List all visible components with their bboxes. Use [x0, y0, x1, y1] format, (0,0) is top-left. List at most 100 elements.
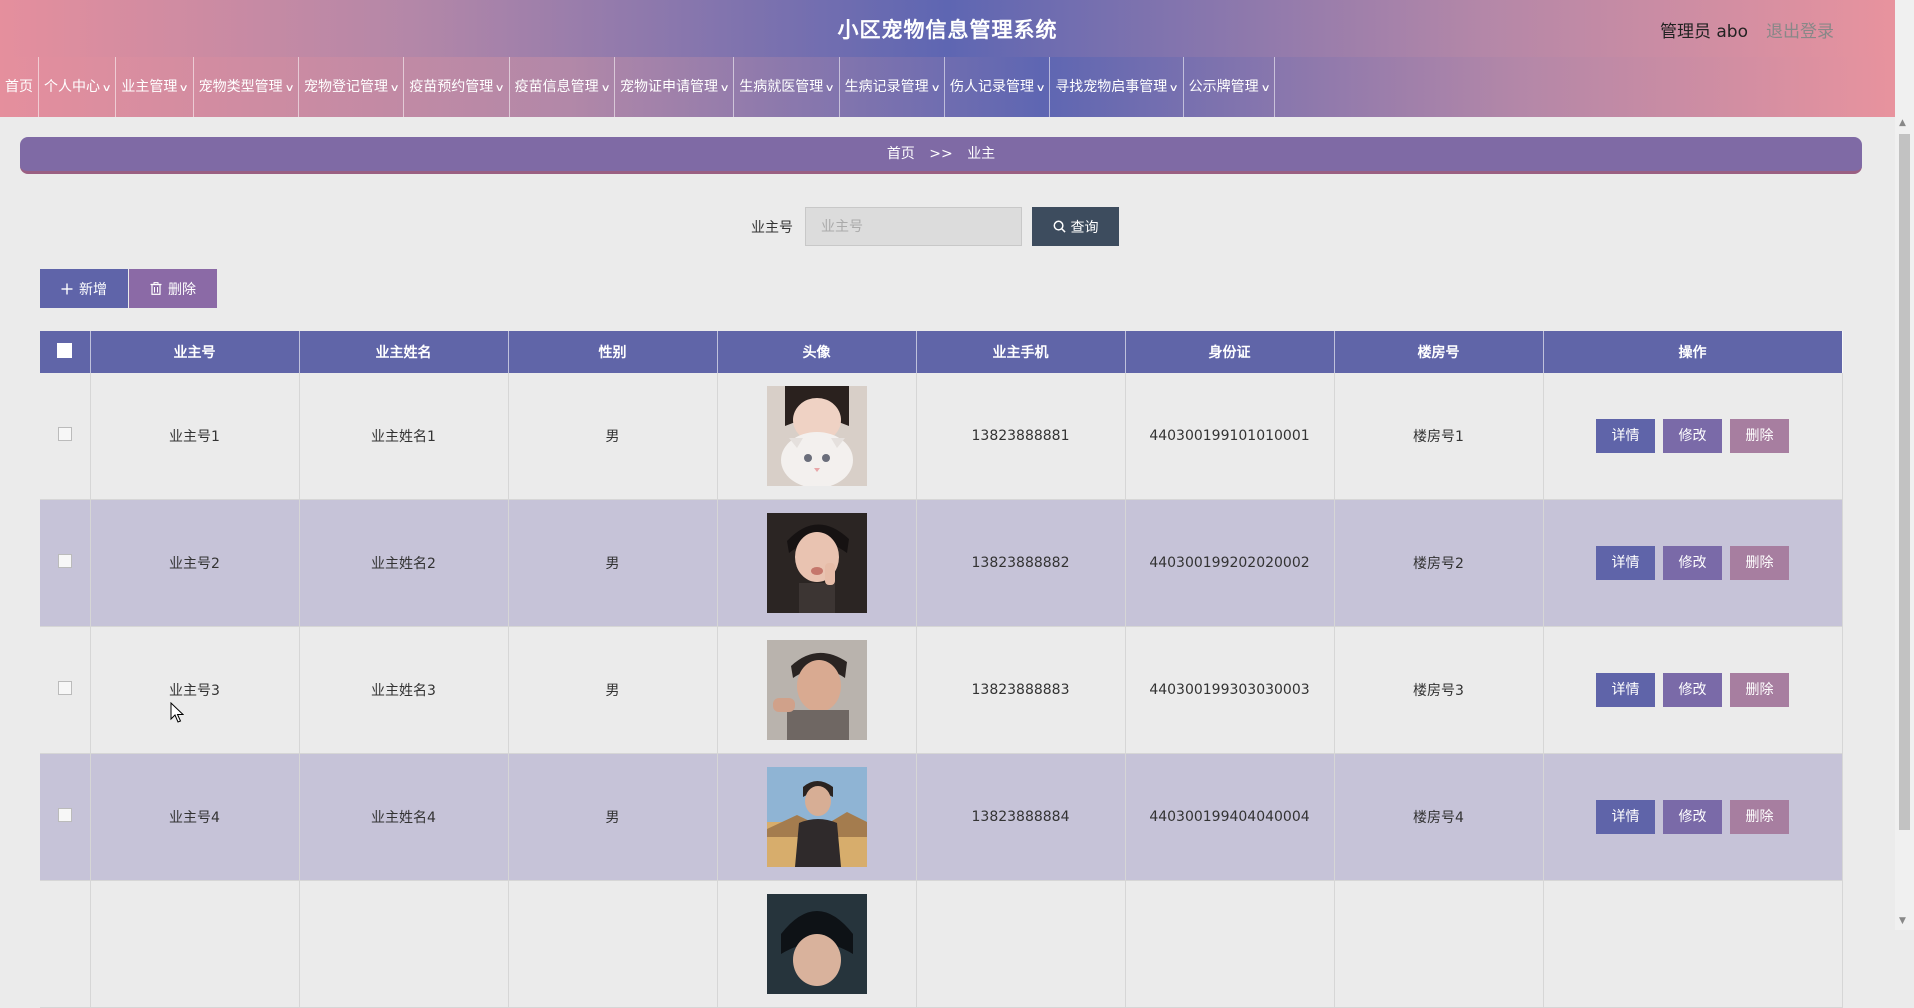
nav-item-label: 生病记录管理 — [844, 79, 929, 95]
delete-button[interactable]: 删除 — [1730, 419, 1789, 453]
nav-item-label: 公示牌管理 — [1188, 79, 1259, 95]
nav-item-label: 业主管理 — [121, 79, 178, 95]
owner-building: 楼房号3 — [1334, 626, 1544, 754]
owner-phone: 13823888881 — [916, 373, 1126, 500]
batch-delete-label: 删除 — [168, 281, 196, 298]
scroll-down-arrow-icon[interactable]: ▼ — [1899, 916, 1906, 926]
col-gender: 性别 — [508, 331, 718, 373]
owner-gender — [508, 880, 718, 1008]
search-button[interactable]: 查询 — [1032, 207, 1119, 246]
row-select-cell — [40, 626, 91, 754]
owner-gender: 男 — [508, 753, 718, 881]
scroll-up-arrow-icon[interactable]: ▲ — [1899, 118, 1906, 128]
owner-avatar-cell — [717, 626, 917, 754]
nav-item-5[interactable]: 疫苗预约管理 ∨ — [404, 57, 510, 117]
logout-link[interactable]: 退出登录 — [1766, 17, 1834, 42]
col-avatar: 头像 — [717, 331, 917, 373]
row-checkbox[interactable] — [57, 681, 72, 695]
nav-item-9[interactable]: 生病记录管理 ∨ — [840, 57, 945, 117]
nav-item-12[interactable]: 公示牌管理 ∨ — [1184, 57, 1275, 117]
search-input[interactable] — [805, 207, 1022, 246]
owner-table: 业主号 业主姓名 性别 头像 业主手机 身份证 楼房号 操作 业主号1 业主姓名1… — [40, 331, 1843, 1008]
row-select-cell — [40, 373, 91, 500]
batch-delete-button[interactable]: 删除 — [129, 269, 217, 308]
app-title: 小区宠物信息管理系统 — [837, 18, 1058, 42]
nav-item-label: 疫苗信息管理 — [514, 79, 599, 95]
nav-item-0[interactable]: 首页 — [0, 57, 39, 117]
owner-phone: 13823888884 — [916, 753, 1126, 881]
row-actions: 详情 修改 删除 — [1543, 373, 1843, 500]
edit-button[interactable]: 修改 — [1663, 546, 1722, 580]
nav-item-3[interactable]: 宠物类型管理 ∨ — [194, 57, 299, 117]
edit-button[interactable]: 修改 — [1663, 673, 1722, 707]
add-button-label: 新增 — [79, 281, 107, 298]
owner-avatar — [766, 640, 867, 740]
owner-avatar — [766, 386, 867, 486]
nav-item-8[interactable]: 生病就医管理 ∨ — [734, 57, 840, 117]
table-row: 业主号4 业主姓名4 男 13823888884 440300199404040004 楼… — [40, 753, 1843, 881]
owner-avatar — [766, 767, 867, 867]
breadcrumb: 首页 >> 业主 — [20, 137, 1862, 174]
chevron-down-icon: ∨ — [101, 83, 112, 94]
nav-item-label: 生病就医管理 — [739, 79, 824, 95]
search-label: 业主号 — [751, 220, 793, 236]
owner-building: 楼房号2 — [1334, 499, 1544, 627]
nav-item-2[interactable]: 业主管理 ∨ — [116, 57, 194, 117]
owner-name: 业主姓名1 — [299, 373, 509, 500]
detail-button[interactable]: 详情 — [1596, 419, 1655, 453]
edit-button[interactable]: 修改 — [1663, 800, 1722, 834]
row-checkbox[interactable] — [57, 427, 72, 441]
edit-button[interactable]: 修改 — [1663, 419, 1722, 453]
select-all-checkbox[interactable] — [57, 342, 73, 358]
chevron-down-icon: ∨ — [284, 83, 295, 94]
page-scrollbar[interactable]: ▲ ▼ — [1895, 0, 1914, 930]
owner-building: 楼房号4 — [1334, 753, 1544, 881]
add-button[interactable]: 新增 — [40, 269, 128, 308]
current-user: 管理员 abo — [1659, 22, 1748, 42]
detail-button[interactable]: 详情 — [1596, 673, 1655, 707]
row-checkbox[interactable] — [57, 808, 72, 822]
chevron-down-icon: ∨ — [389, 83, 400, 94]
row-select-cell — [40, 499, 91, 627]
owner-avatar-cell — [717, 499, 917, 627]
chevron-down-icon: ∨ — [1035, 83, 1046, 94]
owner-idcard: 440300199303030003 — [1125, 626, 1335, 754]
nav-item-label: 首页 — [5, 79, 33, 95]
row-actions — [1543, 880, 1843, 1008]
col-phone: 业主手机 — [916, 331, 1126, 373]
owner-name: 业主姓名2 — [299, 499, 509, 627]
nav-item-label: 个人中心 — [44, 79, 100, 95]
chevron-down-icon: ∨ — [494, 83, 506, 94]
row-checkbox[interactable] — [57, 554, 72, 568]
owner-gender: 男 — [508, 373, 718, 500]
table-row — [40, 880, 1843, 1008]
detail-button[interactable]: 详情 — [1596, 800, 1655, 834]
row-select-cell — [40, 753, 91, 881]
owner-id: 业主号3 — [90, 626, 300, 754]
nav-item-6[interactable]: 疫苗信息管理 ∨ — [510, 57, 615, 117]
delete-button[interactable]: 删除 — [1730, 673, 1789, 707]
nav-item-7[interactable]: 宠物证申请管理 ∨ — [615, 57, 735, 117]
row-actions: 详情 修改 删除 — [1543, 753, 1843, 881]
delete-button[interactable]: 删除 — [1730, 546, 1789, 580]
delete-button[interactable]: 删除 — [1730, 800, 1789, 834]
nav-item-1[interactable]: 个人中心 ∨ — [39, 57, 117, 117]
scroll-thumb[interactable] — [1899, 134, 1910, 830]
breadcrumb-home[interactable]: 首页 — [887, 146, 915, 162]
chevron-down-icon: ∨ — [1168, 83, 1180, 94]
nav-item-4[interactable]: 宠物登记管理 ∨ — [299, 57, 405, 117]
chevron-down-icon: ∨ — [930, 83, 941, 94]
nav-item-11[interactable]: 寻找宠物启事管理 ∨ — [1050, 57, 1184, 117]
nav-item-label: 疫苗预约管理 — [409, 79, 494, 95]
table-row: 业主号3 业主姓名3 男 13823888883 440300199303030003 楼… — [40, 626, 1843, 754]
nav-item-10[interactable]: 伤人记录管理 ∨ — [945, 57, 1051, 117]
chevron-down-icon: ∨ — [1260, 83, 1271, 94]
col-idcard: 身份证 — [1125, 331, 1335, 373]
detail-button[interactable]: 详情 — [1596, 546, 1655, 580]
owner-gender: 男 — [508, 626, 718, 754]
table-row: 业主号1 业主姓名1 男 13823888881 440300199101010001 楼… — [40, 373, 1843, 500]
nav-item-label: 伤人记录管理 — [949, 79, 1034, 95]
chevron-down-icon: ∨ — [600, 83, 611, 94]
main-nav: 首页 个人中心 ∨ 业主管理 ∨ 宠物类型管理 ∨ 宠物登记管理 ∨ 疫苗预约管理 ∨ 疫苗信息管理 ∨… — [0, 57, 1895, 117]
nav-item-label: 宠物类型管理 — [198, 79, 283, 95]
